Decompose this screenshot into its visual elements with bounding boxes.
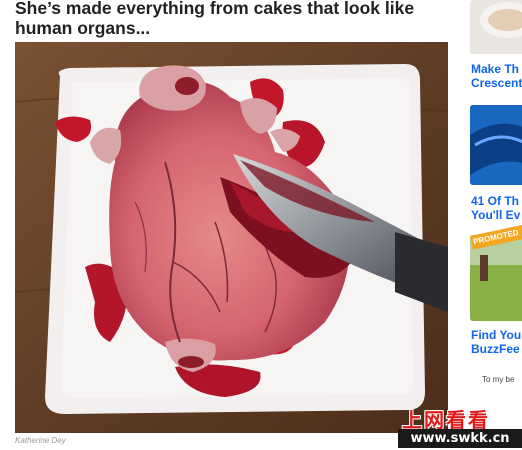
sidebar-note: To my be: [482, 375, 515, 384]
heart-cake-image: [15, 42, 448, 433]
related-link-1-line2: Crescent: [471, 76, 522, 90]
related-link-3-line1: Find You: [471, 328, 522, 342]
related-link-2-line2: You'll Ev: [471, 208, 521, 222]
related-sidebar: Make Th Crescent 41 Of Th You'll Ev PROM…: [470, 0, 522, 450]
blue-object-image-icon: [470, 105, 522, 185]
related-link-3[interactable]: Find You BuzzFee: [471, 328, 522, 356]
article-photo: [15, 42, 448, 433]
related-link-1-line1: Make Th: [471, 62, 520, 76]
article-headline: She’s made everything from cakes that lo…: [15, 0, 415, 38]
related-thumbnail-2[interactable]: [470, 105, 522, 185]
related-link-2[interactable]: 41 Of Th You'll Ev: [471, 194, 522, 222]
related-link-3-line2: BuzzFee: [471, 342, 520, 356]
related-thumbnail-1[interactable]: [470, 0, 522, 54]
related-link-1[interactable]: Make Th Crescent: [471, 62, 522, 90]
watermark-url: www.swkk.cn: [398, 429, 522, 448]
site-watermark: 上网看看 www.swkk.cn: [398, 404, 522, 450]
related-link-2-line1: 41 Of Th: [471, 194, 520, 208]
photo-credit: Katherine Dey: [15, 436, 66, 445]
croissant-image-icon: [470, 0, 522, 54]
